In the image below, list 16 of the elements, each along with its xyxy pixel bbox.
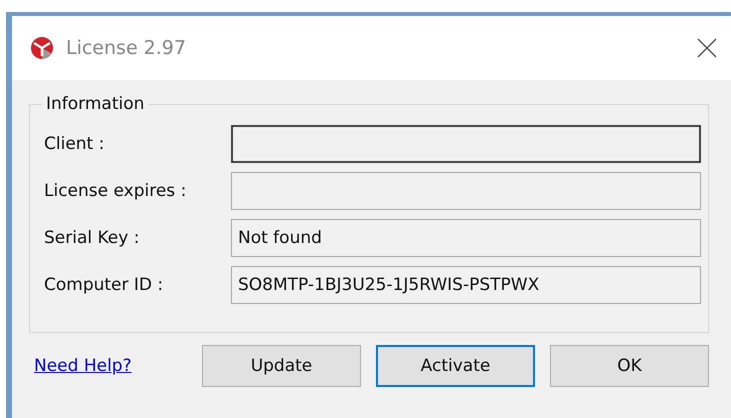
text-field[interactable]: SO8MTP-1BJ3U25-1J5RWIS-PSTPWX (231, 266, 701, 304)
window-title: License 2.97 (66, 37, 187, 59)
field-label: License expires : (44, 180, 188, 200)
need-help-link[interactable]: Need Help? (34, 356, 202, 376)
dialog-button[interactable]: OK (550, 345, 709, 387)
close-icon[interactable] (697, 38, 717, 58)
group-title: Information (45, 94, 146, 114)
text-field[interactable]: Not found (231, 218, 701, 256)
app-logo-icon (30, 36, 54, 60)
text-field[interactable] (231, 172, 701, 210)
dialog-button[interactable]: Activate (376, 345, 535, 387)
field-label: Computer ID : (44, 274, 164, 294)
field-label: Serial Key : (44, 228, 140, 248)
field-label: Client : (44, 134, 106, 154)
dialog-button[interactable]: Update (202, 345, 361, 387)
text-field[interactable] (231, 124, 701, 162)
